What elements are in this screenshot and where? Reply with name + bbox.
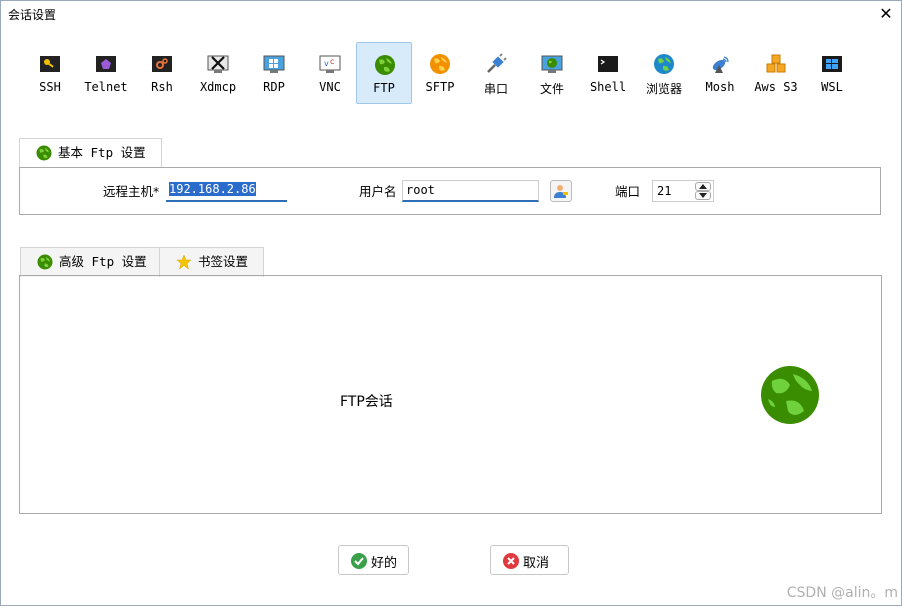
tab-label: 书签设置 (198, 254, 249, 269)
port-spinbox[interactable]: 21 (652, 180, 714, 202)
protocol-label: FTP (373, 81, 395, 95)
browser-globe-icon (654, 54, 674, 74)
protocol-label: 浏览器 (645, 82, 682, 96)
shell-terminal-icon (598, 56, 618, 72)
port-value: 21 (657, 184, 672, 198)
protocol-label: Xdmcp (199, 80, 237, 94)
protocol-ftp[interactable]: FTP (356, 42, 412, 104)
title-bar: 会话设置 ✕ (1, 1, 901, 27)
protocol-rdp[interactable]: RDP (246, 42, 302, 104)
vnc-icon: vc (319, 55, 341, 73)
protocol-label: VNC (319, 80, 341, 94)
protocol-vnc[interactable]: vc VNC (302, 42, 358, 104)
aws-cubes-icon (766, 54, 786, 73)
protocol-sftp[interactable]: SFTP (412, 42, 468, 104)
svg-text:c: c (330, 57, 334, 66)
telnet-icon (96, 56, 116, 72)
host-label: 远程主机* (103, 184, 160, 199)
user-icon (554, 185, 568, 198)
windows-icon (822, 56, 842, 72)
protocol-label: Telnet (84, 80, 128, 94)
port-label: 端口 (615, 184, 641, 199)
user-select-button[interactable] (550, 180, 572, 202)
check-icon (351, 553, 367, 569)
svg-text:v: v (324, 59, 329, 68)
protocol-file[interactable]: 文件 (524, 42, 580, 104)
key-icon (40, 56, 60, 72)
globe-icon (36, 145, 52, 161)
spin-up-button[interactable] (695, 182, 711, 191)
tab-label: 基本 Ftp 设置 (58, 145, 146, 160)
globe-icon (37, 254, 53, 270)
rdp-icon (263, 55, 285, 73)
globe-icon (375, 55, 395, 75)
xdmcp-icon (207, 55, 229, 73)
protocol-xdmcp[interactable]: Xdmcp (190, 42, 246, 104)
protocol-ssh[interactable]: SSH (22, 42, 78, 104)
protocol-label: WSL (821, 80, 843, 94)
protocol-browser[interactable]: 浏览器 (636, 42, 692, 104)
protocol-label: 串口 (483, 82, 508, 96)
remote-host-input[interactable]: 192.168.2.86 (166, 180, 287, 202)
protocol-label: Rsh (151, 80, 173, 94)
protocol-rsh[interactable]: Rsh (134, 42, 190, 104)
protocol-label: Aws S3 (754, 80, 798, 94)
cancel-label: 取消 (523, 556, 550, 571)
protocol-label: Shell (589, 80, 627, 94)
spin-down-button[interactable] (695, 191, 711, 200)
protocol-wsl[interactable]: WSL (804, 42, 860, 104)
tab-basic-ftp-settings[interactable]: 基本 Ftp 设置 (19, 138, 162, 168)
protocol-shell[interactable]: Shell (580, 42, 636, 104)
protocol-telnet[interactable]: Telnet (78, 42, 134, 104)
ok-label: 好的 (371, 556, 398, 571)
cancel-icon (503, 553, 519, 569)
protocol-label: 文件 (539, 82, 564, 96)
session-description: FTP会话 (340, 394, 393, 410)
advanced-settings-panel (19, 275, 882, 514)
username-input[interactable]: root (402, 180, 539, 202)
sftp-globe-icon (430, 54, 450, 74)
protocol-label: SSH (39, 80, 61, 94)
globe-icon (761, 366, 819, 424)
ok-button[interactable]: 好的 (338, 545, 409, 575)
window-title: 会话设置 (8, 8, 57, 22)
protocol-label: Mosh (705, 80, 735, 94)
tab-label: 高级 Ftp 设置 (59, 254, 147, 269)
watermark: CSDN @alin。m (786, 585, 898, 601)
star-icon (176, 254, 192, 270)
satellite-icon (712, 56, 729, 73)
username-value: root (406, 183, 435, 197)
protocol-label: RDP (263, 80, 285, 94)
serial-plug-icon (487, 53, 507, 73)
protocol-mosh[interactable]: Mosh (692, 42, 748, 104)
username-label: 用户名 (359, 184, 397, 199)
rsh-icon (152, 56, 172, 72)
protocol-serial[interactable]: 串口 (468, 42, 524, 104)
host-value: 192.168.2.86 (169, 182, 256, 196)
file-monitor-icon (541, 55, 563, 73)
protocol-aws-s3[interactable]: Aws S3 (748, 42, 804, 104)
cancel-button[interactable]: 取消 (490, 545, 569, 575)
close-icon[interactable]: ✕ (875, 3, 897, 25)
tab-bookmark-settings[interactable]: 书签设置 (159, 247, 264, 277)
protocol-label: SFTP (425, 80, 455, 94)
tab-advanced-ftp-settings[interactable]: 高级 Ftp 设置 (20, 247, 160, 277)
